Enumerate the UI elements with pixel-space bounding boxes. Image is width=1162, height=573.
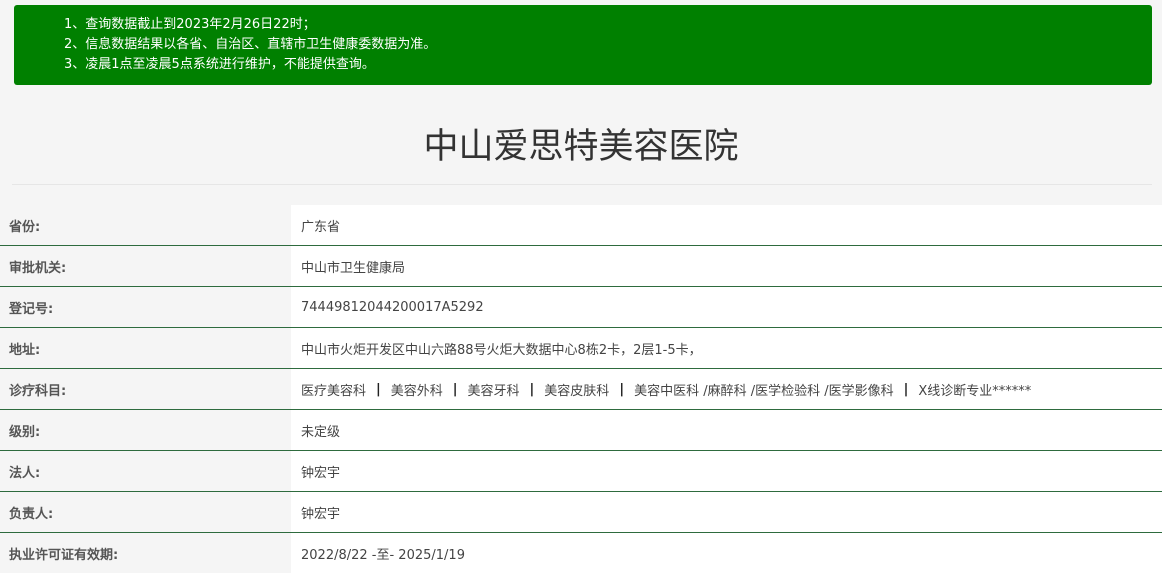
title-divider	[12, 184, 1152, 185]
row-license-validity: 执业许可证有效期: 2022/8/22 -至- 2025/1/19	[0, 533, 1162, 573]
row-province: 省份: 广东省	[0, 205, 1162, 246]
level-value: 未定级	[291, 410, 1162, 450]
notice-line-3: 3、凌晨1点至凌晨5点系统进行维护，不能提供查询。	[64, 57, 375, 72]
row-address: 地址: 中山市火炬开发区中山六路88号火炬大数据中心8栋2卡，2层1-5卡，	[0, 328, 1162, 369]
departments-value: 医疗美容科 | 美容外科 | 美容牙科 | 美容皮肤科 | 美容中医科 /麻醉科…	[291, 369, 1162, 409]
department-separator: |	[452, 381, 458, 397]
address-value: 中山市火炬开发区中山六路88号火炬大数据中心8栋2卡，2层1-5卡，	[291, 328, 1162, 368]
province-label: 省份:	[0, 205, 291, 245]
license-validity-label: 执业许可证有效期:	[0, 533, 291, 573]
row-level: 级别: 未定级	[0, 410, 1162, 451]
level-label: 级别:	[0, 410, 291, 450]
department-separator: |	[376, 381, 381, 397]
notice-line-2: 2、信息数据结果以各省、自治区、直辖市卫生健康委数据为准。	[64, 37, 437, 52]
approval-authority-value: 中山市卫生健康局	[291, 246, 1162, 286]
approval-authority-label: 审批机关:	[0, 246, 291, 286]
department-separator: |	[619, 381, 625, 397]
department-item: 美容中医科 /麻醉科 /医学检验科 /医学影像科	[634, 383, 894, 399]
row-person-in-charge: 负责人: 钟宏宇	[0, 492, 1162, 533]
departments-label: 诊疗科目:	[0, 369, 291, 409]
department-item: 美容牙科	[467, 383, 520, 399]
details-table: 省份: 广东省 审批机关: 中山市卫生健康局 登记号: 744498120442…	[0, 205, 1162, 573]
legal-person-label: 法人:	[0, 451, 291, 491]
person-in-charge-value: 钟宏宇	[291, 492, 1162, 532]
department-item: 美容皮肤科	[544, 383, 610, 399]
registration-number-label: 登记号:	[0, 287, 291, 327]
person-in-charge-label: 负责人:	[0, 492, 291, 532]
province-value: 广东省	[291, 205, 1162, 245]
department-item: 医疗美容科	[301, 383, 367, 399]
legal-person-value: 钟宏宇	[291, 451, 1162, 491]
row-approval-authority: 审批机关: 中山市卫生健康局	[0, 246, 1162, 287]
notice-banner: 1、查询数据截止到2023年2月26日22时； 2、信息数据结果以各省、自治区、…	[14, 5, 1152, 85]
row-legal-person: 法人: 钟宏宇	[0, 451, 1162, 492]
row-departments: 诊疗科目: 医疗美容科 | 美容外科 | 美容牙科 | 美容皮肤科 | 美容中医…	[0, 369, 1162, 410]
department-item: 美容外科	[390, 383, 443, 399]
registration-number-value: 74449812044200017A5292	[291, 287, 1162, 327]
notice-line-1: 1、查询数据截止到2023年2月26日22时；	[64, 17, 316, 32]
row-registration-number: 登记号: 74449812044200017A5292	[0, 287, 1162, 328]
address-label: 地址:	[0, 328, 291, 368]
license-validity-value: 2022/8/22 -至- 2025/1/19	[291, 533, 1162, 573]
department-separator: |	[903, 381, 909, 397]
department-item: X线诊断专业******	[918, 383, 1032, 399]
department-separator: |	[529, 381, 535, 397]
page-title: 中山爱思特美容医院	[423, 127, 739, 167]
